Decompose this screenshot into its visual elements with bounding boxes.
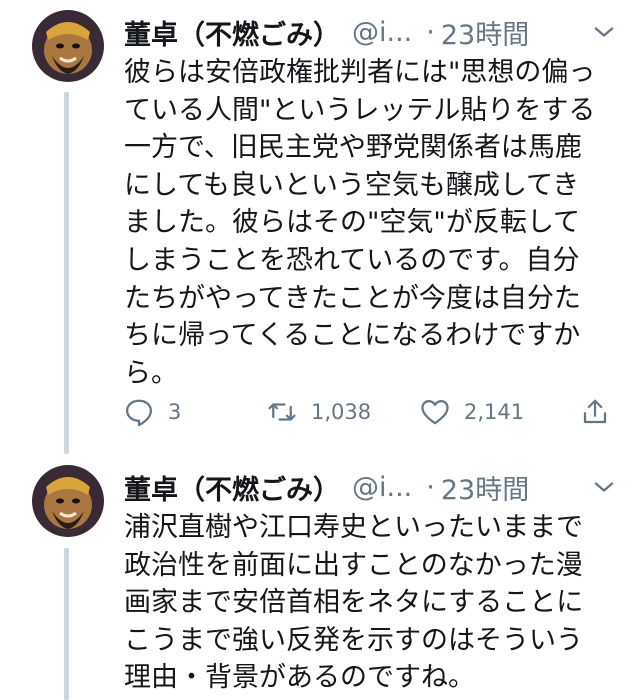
tweet-text-line: こうまで強い反発を示すのはそういう [124,624,583,656]
retweet-button[interactable]: 1,038 [267,397,420,427]
tweet[interactable]: 董卓（不燃ごみ） @i... · 23時間 浦沢直樹や江口寿史といったいままで … [0,455,640,700]
tweet-text-line: 一方で、旧民主党や野党関係者は馬鹿 [124,132,582,164]
avatar[interactable] [32,10,104,82]
like-button[interactable]: 2,141 [420,397,580,427]
tweet-text-line: ました。彼らはその"空気"が反転して [124,207,581,239]
separator-dot: · [426,471,435,503]
tweet-text: 浦沢直樹や江口寿史といったいままで 政治性を前面に出すことのなかった漫 画家まで… [124,509,624,697]
tweet-text-line: たちがやってきたことが今度は自分た [124,282,581,314]
chevron-down-icon[interactable] [590,473,618,501]
avatar-image [32,10,104,82]
tweet-text-line: 理由・背景があるのですね。 [124,662,475,694]
like-count: 2,141 [464,400,525,424]
share-button[interactable] [580,397,624,427]
avatar[interactable] [32,465,104,537]
tweet-text-line: 政治性を前面に出すことのなかった漫 [124,549,583,581]
retweet-count: 1,038 [311,400,372,424]
tweet-text-line: ている人間"というレッテル貼りをする [124,94,596,126]
share-icon [583,399,607,424]
avatar-image [32,465,104,537]
tweet-text-line: 彼らは安倍政権批判者には"思想の偏っ [124,57,596,88]
tweet[interactable]: 董卓（不燃ごみ） @i... · 23時間 彼らは安倍政権批判者には"思想の偏っ… [0,0,640,450]
tweet-header: 董卓（不燃ごみ） @i... · 23時間 [124,12,624,52]
tweet-text-line: にしても良いという空気も醸成してき [124,169,580,201]
author-handle[interactable]: @i... [352,472,412,503]
timestamp[interactable]: 23時間 [441,468,529,507]
tweet-text-line: ちに帰ってくることになるわけですか [124,320,581,352]
tweet-actions: 3 1,038 2,141 [124,392,624,432]
timestamp[interactable]: 23時間 [441,13,529,52]
reply-count: 3 [168,400,182,424]
retweet-icon [268,403,296,421]
author-name[interactable]: 董卓（不燃ごみ） [124,468,340,507]
tweet-text-line: しまうことを恐れているのです。自分 [124,244,580,276]
tweet-text-line: 画家まで安倍首相をネタにすることに [124,587,584,619]
tweet-text-line: 浦沢直樹や江口寿史といったいままで [124,512,583,543]
author-name[interactable]: 董卓（不燃ごみ） [124,13,340,52]
author-handle[interactable]: @i... [352,17,412,48]
tweet-text: 彼らは安倍政権批判者には"思想の偏っ ている人間"というレッテル貼りをする 一方… [124,54,624,392]
heart-icon [421,400,449,425]
separator-dot: · [426,16,435,48]
reply-icon [126,399,152,427]
reply-button[interactable]: 3 [124,397,267,427]
tweet-header: 董卓（不燃ごみ） @i... · 23時間 [124,467,624,507]
tweet-text-line: ら。 [124,357,178,389]
chevron-down-icon[interactable] [590,18,618,46]
